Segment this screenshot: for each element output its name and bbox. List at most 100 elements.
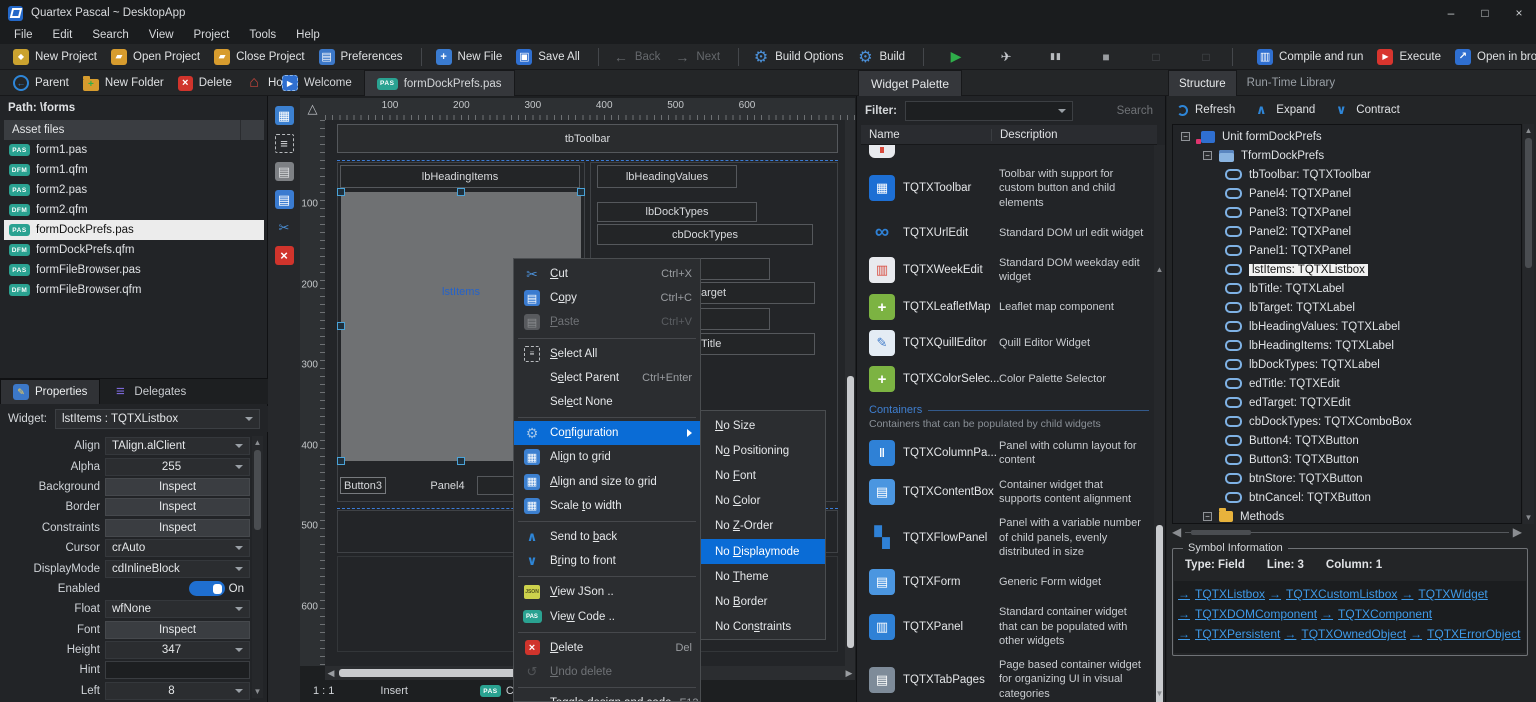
toolbar-button[interactable]: Open Project [104,46,207,68]
menu-item[interactable]: Project [184,29,240,41]
tree-vertical-scrollbar[interactable]: ▲ ▼ [1523,124,1534,524]
property-value-cell[interactable]: 255 [105,458,250,476]
tree-node[interactable]: btnStore: TQTXButton [1173,469,1521,488]
widget-list-item[interactable]: TQTXUrlEdit Standard DOM url edit widget [861,215,1157,251]
editor-tab[interactable]: Welcome [270,70,364,96]
nav-button[interactable]: Delete [171,72,239,94]
widget-list-item[interactable]: TQTXPanel Standard container widget that… [861,600,1157,653]
scrollbar-thumb[interactable] [1191,530,1251,535]
menu-item[interactable]: Tools [239,29,286,41]
toolbar-button[interactable]: Preferences [312,46,429,68]
context-menu-item[interactable]: Select Parent Ctrl+Enter [514,366,700,390]
context-menu-item[interactable]: Select All [514,342,700,366]
scrollbar-thumb[interactable] [847,376,854,648]
widget-list-item[interactable]: TQTXQuillEditor Quill Editor Widget [861,325,1157,361]
designer-tool-icon[interactable] [275,218,294,237]
toolbar-button[interactable]: New File [429,46,510,68]
menu-item[interactable]: File [4,29,43,41]
tree-horizontal-scrollbar[interactable]: ◀ ▶ [1172,526,1522,538]
context-menu-item[interactable]: Delete Del [514,636,700,660]
context-menu-item[interactable]: Send to back [514,525,700,549]
tree-node[interactable]: Panel2: TQTXPanel [1173,222,1521,241]
widget-list-item[interactable]: TQTXForm Generic Form widget [861,564,1157,600]
file-list-item[interactable]: PAS form2.pas [4,180,264,200]
scroll-up-icon[interactable]: ▲ [252,438,263,447]
property-value-cell[interactable]: 8 [105,682,250,700]
menu-item[interactable]: Search [82,29,138,41]
maximize-button[interactable]: □ [1468,0,1502,26]
scroll-right-icon[interactable]: ▶ [843,668,855,679]
submenu-item[interactable]: No Theme [701,564,825,589]
tree-expander-icon[interactable]: − [1203,151,1212,160]
scroll-down-icon[interactable]: ▼ [1523,513,1534,522]
scrollbar-thumb[interactable] [1525,138,1532,268]
context-menu-item[interactable]: Select None [514,390,700,414]
properties-panel-tab[interactable]: Properties [0,379,100,404]
search-button[interactable]: Search [1117,105,1159,117]
selection-handle[interactable] [457,188,465,196]
structure-tab[interactable]: Run-Time Library [1237,70,1345,96]
property-value-cell[interactable]: wfNone [105,600,250,618]
toolbar-button[interactable] [1191,46,1240,68]
scroll-left-icon[interactable]: ◀ [1172,525,1181,539]
toolbar-button[interactable]: Next [667,46,746,68]
property-value-cell[interactable]: 347 [105,641,250,659]
toolbar-button[interactable]: Close Project [207,46,311,68]
nav-button[interactable]: New Folder [76,72,171,94]
toolbar-button[interactable]: Execute [1370,46,1448,68]
symbol-link[interactable]: TQTXErrorObject [1410,627,1520,641]
selection-handle[interactable] [337,188,345,196]
tree-node[interactable]: btnCancel: TQTXButton [1173,488,1521,507]
context-menu-item[interactable]: Align and size to grid [514,470,700,494]
file-list-item[interactable]: DFM formFileBrowser.qfm [4,280,264,300]
scrollbar-track[interactable] [1185,532,1509,533]
context-menu-item[interactable]: Toggle design and code F12 [514,691,700,702]
toolbar-button[interactable]: New Project [6,46,104,68]
tree-node[interactable]: cbDockTypes: TQTXComboBox [1173,412,1521,431]
symbol-link[interactable]: TQTXWidget [1401,587,1487,601]
property-value-cell[interactable]: cdInlineBlock [105,560,250,578]
context-menu-item[interactable]: Configuration [514,421,700,445]
structure-action-button[interactable]: Refresh [1177,104,1235,116]
toolbar-button[interactable]: Build Options [746,46,850,68]
property-value-cell[interactable]: On [105,580,250,598]
scroll-down-icon[interactable]: ▼ [1154,689,1165,698]
menu-item[interactable]: Help [286,29,330,41]
submenu-item[interactable]: No Z-Order [701,514,825,539]
tree-node[interactable]: − Methods [1173,507,1521,524]
widget-list-item[interactable]: Containers Containers that can be popula… [861,397,1157,434]
tree-node[interactable]: − TformDockPrefs [1173,146,1521,165]
tree-node[interactable]: Button3: TQTXButton [1173,450,1521,469]
submenu-item[interactable]: No Border [701,589,825,614]
minimize-button[interactable]: – [1434,0,1468,26]
widget-list-item[interactable]: TQTXColumnPa... Panel with column layout… [861,434,1157,473]
submenu-item[interactable]: No Font [701,463,825,488]
context-menu-item[interactable]: Bring to front [514,549,700,573]
selection-handle[interactable] [457,457,465,465]
toolbar-button[interactable] [1141,46,1171,68]
context-menu-item[interactable]: Align to grid [514,445,700,469]
tree-node[interactable]: tbToolbar: TQTXToolbar [1173,165,1521,184]
file-list-item[interactable]: DFM formDockPrefs.qfm [4,240,264,260]
tree-node[interactable]: lbHeadingValues: TQTXLabel [1173,317,1521,336]
tree-node[interactable]: lbDockTypes: TQTXLabel [1173,355,1521,374]
file-list-item[interactable]: PAS form1.pas [4,140,264,160]
tree-node[interactable]: lbTitle: TQTXLabel [1173,279,1521,298]
tree-expander-icon[interactable]: − [1181,132,1190,141]
widget-list-item[interactable]: TQTXContentBox Container widget that sup… [861,473,1157,512]
file-list-item[interactable]: PAS formDockPrefs.pas [4,220,264,240]
structure-tab[interactable]: Structure [1168,70,1237,96]
submenu-item[interactable]: No Constraints [701,615,825,640]
tree-node[interactable]: Button4: TQTXButton [1173,431,1521,450]
tree-node[interactable]: lbTarget: TQTXLabel [1173,298,1521,317]
tree-node[interactable]: edTarget: TQTXEdit [1173,393,1521,412]
widget-list-item[interactable]: TQTXLeafletMap Leaflet map component [861,289,1157,325]
toggle-switch[interactable] [189,581,225,596]
context-menu-item[interactable]: Copy Ctrl+C [514,286,700,310]
selection-handle[interactable] [577,188,585,196]
symbol-link[interactable]: TQTXDOMComponent [1178,607,1317,621]
toolbar-button[interactable]: Save All [509,46,606,68]
toolbar-button[interactable] [991,46,1021,68]
file-list-item[interactable]: PAS formFileBrowser.pas [4,260,264,280]
toolbar-button[interactable] [1041,46,1071,68]
